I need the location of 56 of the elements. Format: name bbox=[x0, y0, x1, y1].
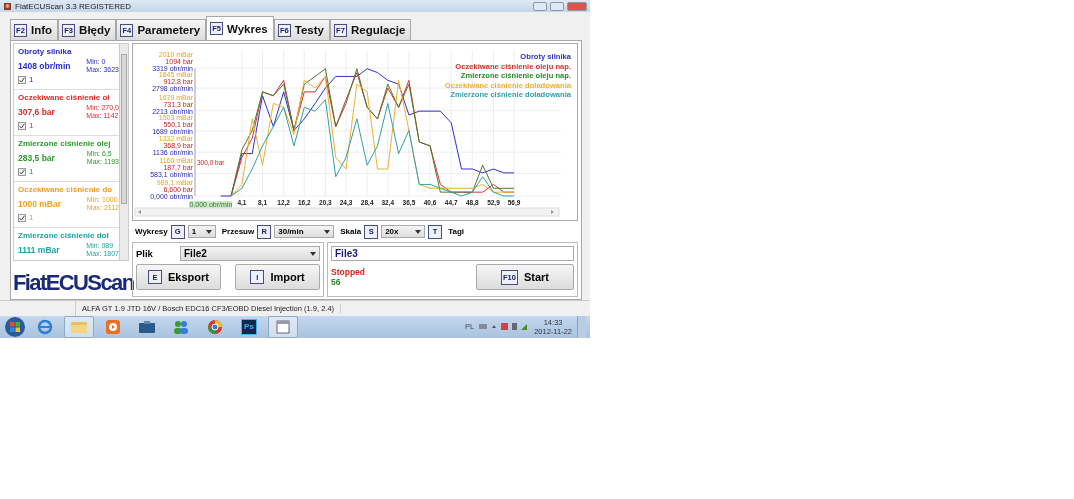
parameter-name: Obroty silnika bbox=[18, 47, 73, 56]
control-label: Przesuw bbox=[221, 227, 255, 236]
media-player-icon bbox=[105, 318, 121, 335]
round-app-icon bbox=[207, 318, 223, 335]
browser-icon bbox=[37, 318, 53, 335]
parameter-value: 283,5 bar bbox=[18, 153, 55, 163]
app-icon bbox=[3, 1, 12, 11]
parameter-value: 1000 mBar bbox=[18, 199, 61, 209]
sample-count: 56 bbox=[331, 277, 342, 287]
parameter-count: 1 bbox=[29, 75, 34, 84]
horizontal-scrollbar[interactable] bbox=[134, 207, 560, 217]
folder-icon bbox=[70, 319, 88, 334]
parameter-name: Oczekiwane ciśnienie ol bbox=[18, 93, 111, 102]
vertical-scrollbar[interactable] bbox=[119, 44, 128, 260]
parameter-value: 1111 mBar bbox=[18, 245, 60, 255]
toolbox-icon bbox=[138, 319, 156, 334]
window-title: FiatECUScan 3.3 REGISTERED bbox=[15, 1, 133, 11]
checkbox[interactable] bbox=[18, 167, 26, 176]
parameter-value: 1408 obr/min bbox=[18, 61, 71, 71]
tray-icons-drawing bbox=[479, 322, 530, 332]
line-series bbox=[230, 99, 515, 197]
control-label: Wykresy bbox=[135, 227, 168, 236]
taskbar-app[interactable]: Ps bbox=[234, 315, 264, 338]
caret-icon bbox=[310, 251, 316, 256]
people-icon bbox=[172, 318, 190, 335]
file-dropdown[interactable]: File2 bbox=[180, 246, 320, 261]
app-icon: Ps bbox=[241, 318, 257, 335]
checkbox[interactable] bbox=[18, 121, 26, 130]
logo: FiatECUScan bbox=[13, 269, 134, 297]
status-text: Stopped bbox=[331, 267, 365, 277]
minimize-button[interactable] bbox=[533, 1, 547, 11]
parameter-count: 1 bbox=[29, 213, 34, 222]
maximize-button[interactable] bbox=[550, 1, 564, 11]
caret-icon bbox=[324, 229, 331, 234]
parameter-count: 1 bbox=[29, 167, 34, 176]
show-desktop-button[interactable] bbox=[577, 315, 586, 338]
parameter-count: 1 bbox=[29, 121, 34, 130]
checkbox[interactable] bbox=[18, 75, 26, 84]
parameter-name: Oczekiwane ciśnienie do bbox=[18, 185, 114, 194]
dropdown[interactable]: 20x bbox=[381, 225, 426, 238]
parameter-value: 307,6 bar bbox=[18, 107, 55, 117]
dropdown[interactable]: 1 bbox=[187, 225, 216, 238]
dropdown[interactable]: 30/min bbox=[274, 225, 335, 238]
control-label: Skala bbox=[340, 227, 362, 236]
window-icon bbox=[276, 319, 290, 334]
start-button[interactable] bbox=[4, 315, 26, 338]
parameter-name: Zmierzone ciśnienie olej bbox=[18, 139, 112, 148]
close-button[interactable] bbox=[567, 1, 587, 11]
file-name-field[interactable]: File3 bbox=[331, 246, 574, 261]
taskbar-app[interactable] bbox=[268, 315, 298, 338]
file-label: Plik bbox=[136, 248, 153, 259]
checkbox[interactable] bbox=[18, 213, 26, 222]
parameter-name: Zmierzone ciśnienie doł bbox=[18, 231, 110, 240]
caret-icon bbox=[205, 229, 212, 234]
control-label: Tagi bbox=[448, 227, 464, 236]
caret-icon bbox=[415, 229, 422, 234]
